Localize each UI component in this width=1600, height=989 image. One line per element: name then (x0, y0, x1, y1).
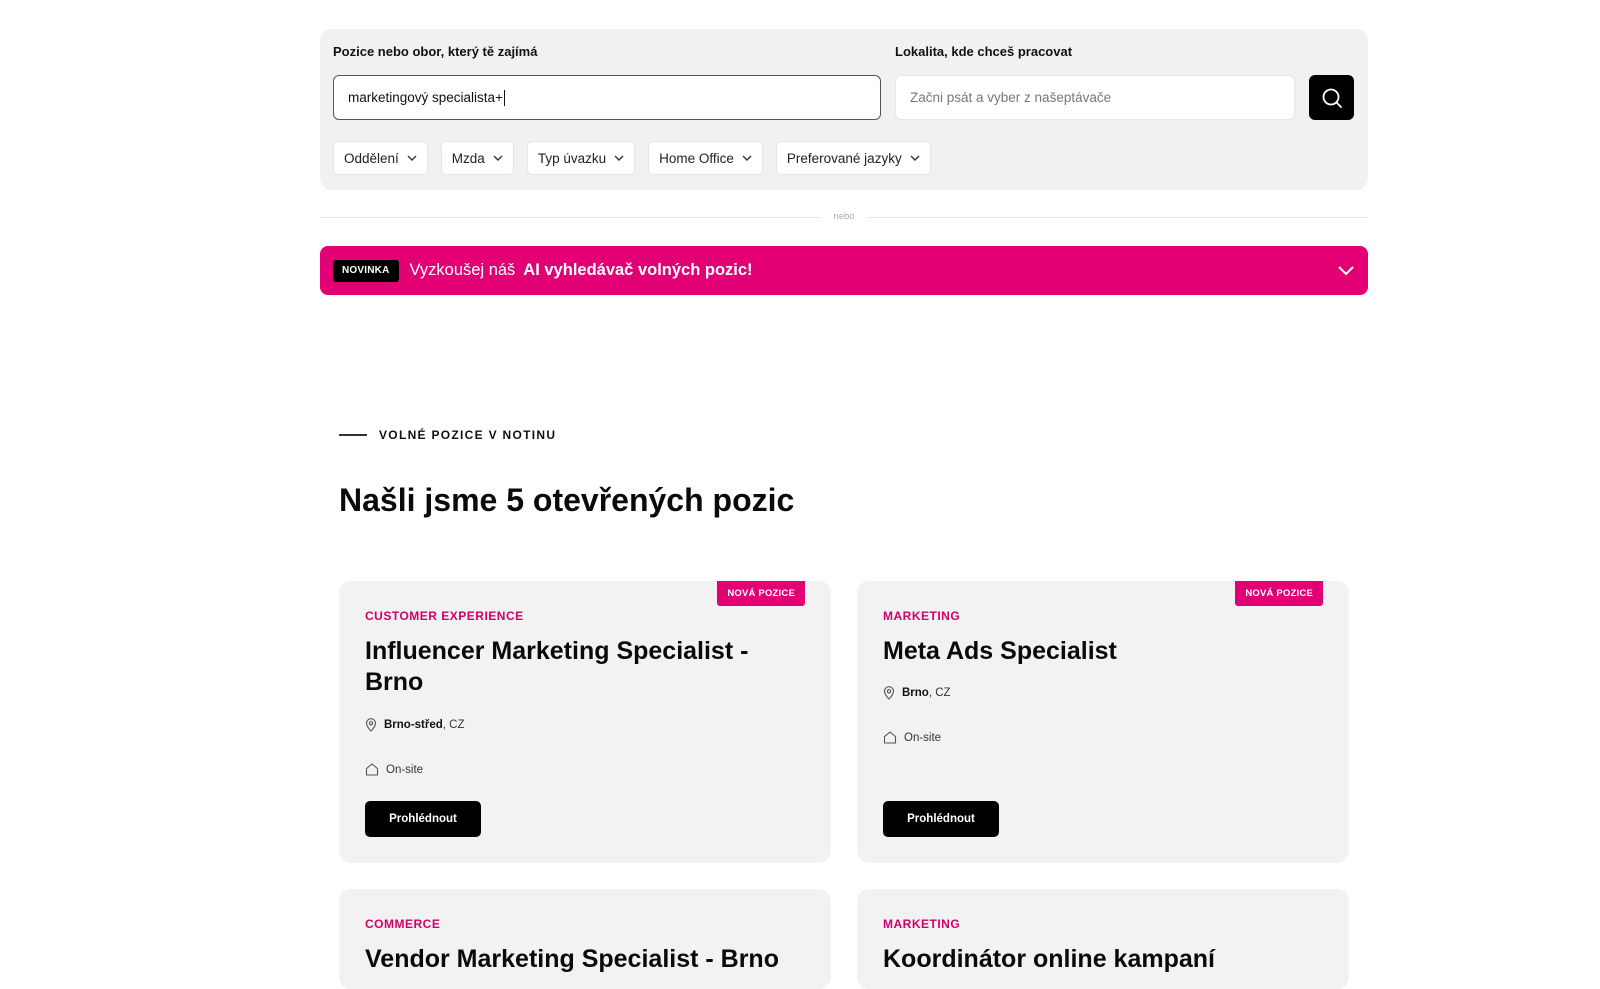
eyebrow-rule (339, 434, 367, 436)
job-category: CUSTOMER EXPERIENCE (365, 609, 524, 623)
or-divider: nebo (320, 211, 1368, 222)
filter-label: Preferované jazyky (786, 150, 902, 166)
search-button[interactable] (1309, 75, 1354, 120)
job-category: COMMERCE (365, 917, 441, 931)
ai-banner-highlight: AI vyhledávač volných pozic! (523, 261, 753, 279)
job-card[interactable]: NOVÁ POZICE CUSTOMER EXPERIENCE Influenc… (339, 581, 831, 863)
job-card[interactable]: MARKETING Koordinátor online kampaní (857, 889, 1349, 989)
filter-bar: Oddělení Mzda Typ úvazku Home Office Pre… (333, 141, 931, 175)
page-title: Našli jsme 5 otevřených pozic (339, 482, 795, 518)
filter-home-office[interactable]: Home Office (648, 141, 763, 175)
job-workplace: On-site (883, 731, 941, 744)
location-pin-icon (365, 718, 377, 732)
job-title[interactable]: Meta Ads Specialist (883, 636, 1303, 667)
search-icon (1322, 88, 1342, 108)
new-feature-badge: NOVINKA (333, 259, 399, 282)
chevron-down-icon[interactable] (1336, 260, 1356, 280)
job-category: MARKETING (883, 917, 961, 931)
eyebrow-text: VOLNÉ POZICE V NOTINU (379, 428, 557, 442)
view-job-button[interactable]: Prohlédnout (365, 801, 481, 837)
workplace-type: On-site (904, 731, 942, 744)
filter-label: Typ úvazku (537, 150, 607, 166)
chevron-down-icon (614, 155, 624, 161)
chevron-down-icon (742, 155, 752, 161)
ai-banner-text: Vyzkoušej náš (409, 261, 516, 279)
job-city: Brno (902, 687, 929, 699)
position-label: Pozice nebo obor, který tě zajímá (333, 44, 538, 59)
filter-contract-type[interactable]: Typ úvazku (526, 141, 636, 175)
search-panel: Pozice nebo obor, který tě zajímá Lokali… (320, 29, 1368, 190)
job-city: Brno-střed (384, 719, 443, 731)
job-card[interactable]: COMMERCE Vendor Marketing Specialist - B… (339, 889, 831, 989)
job-title[interactable]: Influencer Marketing Specialist - Brno (365, 636, 785, 698)
location-label: Lokalita, kde chceš pracovat (895, 44, 1073, 59)
job-card[interactable]: NOVÁ POZICE MARKETING Meta Ads Specialis… (857, 581, 1349, 863)
job-country: , CZ (928, 687, 951, 699)
home-icon (365, 763, 379, 776)
location-input-placeholder: Začni psát a vyber z našeptávače (910, 90, 1112, 105)
location-pin-icon (883, 686, 895, 700)
chevron-down-icon (493, 155, 503, 161)
job-country: , CZ (442, 719, 465, 731)
new-position-badge: NOVÁ POZICE (1235, 581, 1323, 606)
chevron-down-icon (407, 155, 417, 161)
job-workplace: On-site (365, 763, 423, 776)
home-icon (883, 731, 897, 744)
filter-department[interactable]: Oddělení (333, 141, 428, 175)
section-eyebrow: VOLNÉ POZICE V NOTINU (339, 428, 556, 442)
divider-text: nebo (833, 211, 855, 222)
filter-languages[interactable]: Preferované jazyky (775, 141, 931, 175)
job-category: MARKETING (883, 609, 961, 623)
text-caret (503, 89, 505, 106)
workplace-type: On-site (386, 763, 424, 776)
location-input[interactable]: Začni psát a vyber z našeptávače (895, 75, 1295, 120)
position-input-value: marketingový specialista+ (348, 90, 503, 105)
job-location: Brno, CZ (883, 686, 951, 700)
ai-search-banner[interactable]: NOVINKA Vyzkoušej náš AI vyhledávač voln… (320, 246, 1368, 295)
new-position-badge: NOVÁ POZICE (717, 581, 805, 606)
chevron-down-icon (910, 155, 920, 161)
filter-label: Oddělení (344, 150, 399, 166)
filter-label: Home Office (659, 150, 734, 166)
filter-salary[interactable]: Mzda (440, 141, 514, 175)
position-input[interactable]: marketingový specialista+ (333, 75, 881, 120)
filter-label: Mzda (451, 150, 485, 166)
view-job-button[interactable]: Prohlédnout (883, 801, 999, 837)
job-location: Brno-střed, CZ (365, 718, 465, 732)
